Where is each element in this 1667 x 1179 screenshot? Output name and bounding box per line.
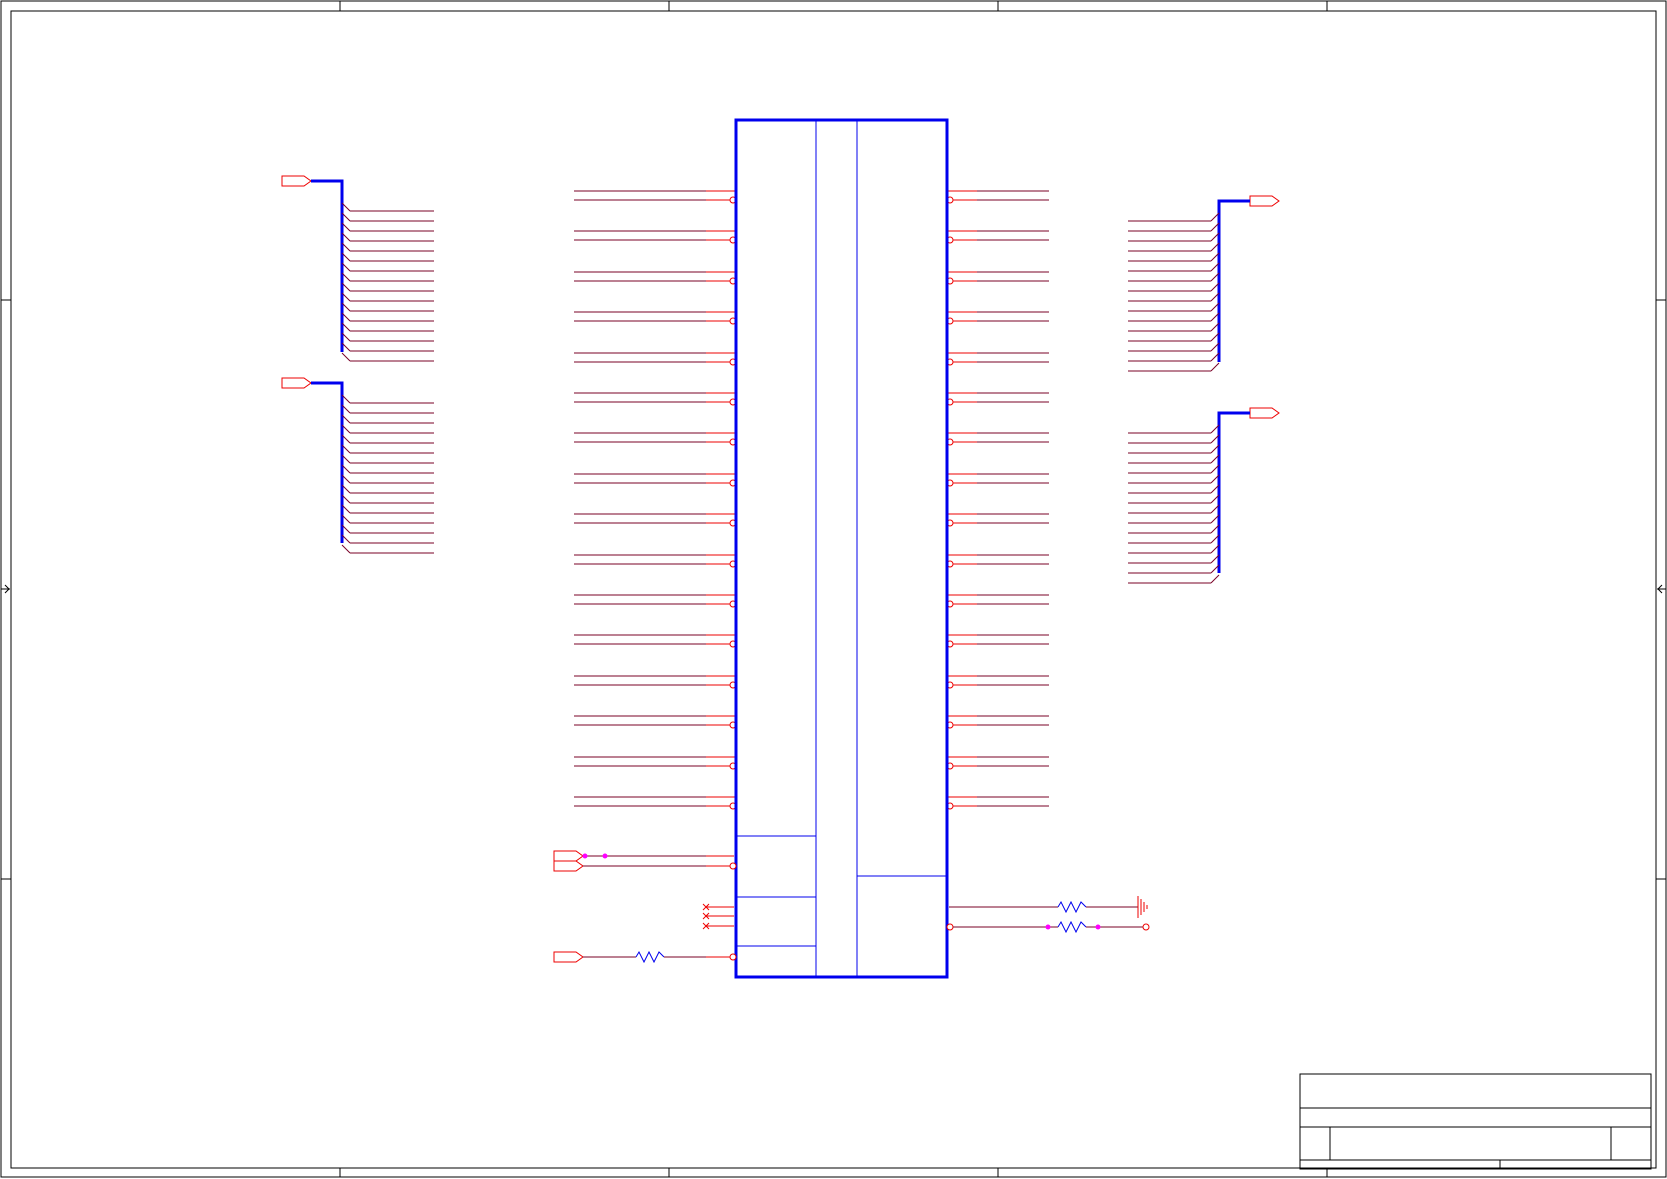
ic-pin-pair-right: [946, 554, 1049, 568]
ic-pin-pair-left: [574, 715, 737, 729]
bus-port[interactable]: [281, 175, 312, 187]
ic-pin-pair-right: [946, 715, 1049, 729]
ic-pin-pair-right: [946, 675, 1049, 689]
ic-pin-pair-left: [574, 513, 737, 527]
ic-pin-group: [574, 190, 1049, 810]
ic-pin-pair-right: [946, 271, 1049, 285]
ic-pin-pair-left: [574, 392, 737, 406]
inner-border: [10, 10, 1657, 1169]
input-port[interactable]: [553, 850, 584, 862]
junction-dot: [1045, 924, 1051, 930]
ic-pin-pair-left: [574, 352, 737, 366]
ic-pin-pair-right: [946, 352, 1049, 366]
ic-pin-pair-right: [946, 190, 1049, 204]
title-block: [1299, 1073, 1652, 1170]
bus-line: [311, 381, 344, 543]
bus-entry: [341, 544, 351, 554]
ic-pin-pair-right: [946, 311, 1049, 325]
center-arrows: [1, 584, 1666, 594]
bus-entry: [341, 352, 351, 362]
ic-pin-pair-left: [574, 311, 737, 325]
ic-pin-pair-right: [946, 473, 1049, 487]
resistor: [635, 950, 665, 964]
right-bus-group: [1128, 195, 1280, 584]
drawing-frame: [0, 0, 1667, 1178]
ic-pin-pair-right: [946, 230, 1049, 244]
pin-bubble: [729, 862, 737, 870]
ic-pin-pair-left: [574, 230, 737, 244]
ic-pin-pair-right: [946, 634, 1049, 648]
ic-pin-pair-left: [574, 554, 737, 568]
junction-dot: [582, 853, 588, 859]
pin-bubble: [729, 953, 737, 961]
input-port[interactable]: [553, 951, 584, 963]
ic-pin-pair-left: [574, 190, 737, 204]
control-pins-left: [553, 850, 737, 964]
ic-pin-pair-right: [946, 796, 1049, 810]
resistor: [1057, 920, 1087, 934]
bus-port[interactable]: [1249, 407, 1280, 419]
ic-pin-pair-left: [574, 675, 737, 689]
schematic-sheet: [0, 0, 1667, 1178]
control-pins-right: [946, 896, 1150, 934]
bus-port[interactable]: [1249, 195, 1280, 207]
ic-component[interactable]: [734, 118, 949, 979]
left-bus: [281, 175, 434, 362]
power-terminal[interactable]: [1142, 923, 1150, 931]
input-port[interactable]: [553, 860, 584, 872]
ground-symbol: [1137, 896, 1148, 918]
ic-body[interactable]: [734, 118, 949, 979]
bus-port[interactable]: [281, 377, 312, 389]
ic-pin-pair-right: [946, 432, 1049, 446]
bus-entry: [1210, 362, 1220, 372]
ic-pin-pair-left: [574, 594, 737, 608]
ic-pin-pair-left: [574, 796, 737, 810]
bus-line: [1217, 411, 1250, 573]
zone-ticks: [1, 1, 1666, 1177]
ic-pin-pair-left: [574, 432, 737, 446]
right-bus: [1128, 195, 1280, 372]
ic-pin-pair-left: [574, 473, 737, 487]
ic-pin-pair-left: [574, 634, 737, 648]
title-block-frame: [1299, 1073, 1652, 1170]
junction-dot: [1095, 924, 1101, 930]
ic-pin-pair-left: [574, 271, 737, 285]
right-bus: [1128, 407, 1280, 584]
ic-pin-pair-right: [946, 594, 1049, 608]
outer-border: [0, 0, 1667, 1178]
ic-pin-pair-right: [946, 513, 1049, 527]
bus-entry: [1210, 574, 1220, 584]
pin-bubble: [946, 923, 954, 931]
ic-pin-pair-right: [946, 756, 1049, 770]
bus-line: [311, 179, 344, 352]
ic-pin-pair-left: [574, 756, 737, 770]
junction-dot: [602, 853, 608, 859]
ic-pin-pair-right: [946, 392, 1049, 406]
bus-line: [1217, 199, 1250, 362]
left-bus: [281, 377, 434, 554]
left-bus-group: [281, 175, 434, 554]
resistor: [1057, 900, 1087, 914]
